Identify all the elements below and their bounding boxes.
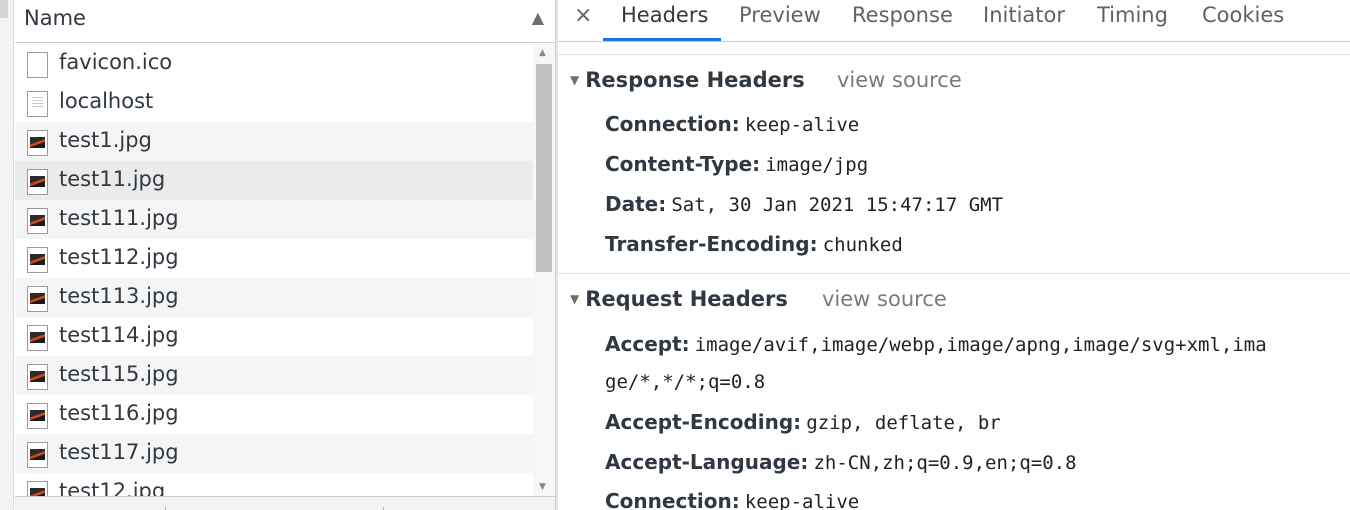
request-header-row: Accept: image/avif,image/webp,image/apng…: [605, 332, 1267, 356]
header-value: Sat, 30 Jan 2021 15:47:17 GMT: [671, 194, 1004, 216]
scrollbar-thumb[interactable]: [536, 64, 552, 272]
image-file-icon: [27, 364, 48, 390]
request-view-source-link[interactable]: view source: [822, 287, 947, 311]
request-name: localhost: [59, 89, 154, 113]
triangle-down-icon: ▼: [570, 73, 580, 87]
header-key: Connection:: [605, 489, 740, 510]
tab-cookies[interactable]: Cookies: [1202, 3, 1284, 27]
image-file-icon: [27, 286, 48, 312]
request-row-test11-selected[interactable]: test11.jpg: [15, 161, 533, 200]
request-row-test113[interactable]: test113.jpg: [15, 278, 533, 317]
header-key: Accept-Language:: [605, 450, 809, 474]
response-header-row: Transfer-Encoding: chunked: [605, 232, 903, 256]
request-row-test115[interactable]: test115.jpg: [15, 356, 533, 395]
request-name: test1.jpg: [59, 128, 152, 152]
section-divider: [558, 54, 1350, 55]
request-name: test114.jpg: [59, 323, 179, 347]
document-file-icon: [27, 91, 48, 117]
image-file-icon: [27, 130, 48, 156]
blank-file-icon: [27, 52, 48, 78]
name-column-header[interactable]: Name ▲: [15, 0, 555, 43]
request-name: test113.jpg: [59, 284, 179, 308]
scroll-up-arrow-icon[interactable]: ▲: [539, 48, 546, 58]
response-header-row: Content-Type: image/jpg: [605, 152, 868, 176]
image-file-icon: [27, 325, 48, 351]
image-file-icon: [27, 169, 48, 195]
request-row-test1[interactable]: test1.jpg: [15, 122, 533, 161]
tab-timing[interactable]: Timing: [1097, 3, 1168, 27]
request-rows: favicon.ico localhost test1.jpg test11.j…: [15, 44, 533, 496]
image-file-icon: [27, 208, 48, 234]
scroll-down-arrow-icon[interactable]: ▼: [539, 482, 546, 492]
header-key: Accept-Encoding:: [605, 410, 802, 434]
response-headers-toggle[interactable]: ▼ Response Headers: [570, 68, 805, 92]
triangle-down-icon: ▼: [570, 292, 580, 306]
request-name: test12.jpg: [59, 479, 166, 496]
header-value-continuation: ge/*,*/*;q=0.8: [605, 371, 766, 393]
request-name: favicon.ico: [59, 50, 173, 74]
request-header-row: Accept-Encoding: gzip, deflate, br: [605, 410, 1001, 434]
header-key: Accept:: [605, 332, 690, 356]
request-row-test117[interactable]: test117.jpg: [15, 434, 533, 473]
close-icon[interactable]: ×: [574, 3, 592, 28]
request-row-test111[interactable]: test111.jpg: [15, 200, 533, 239]
request-name: test115.jpg: [59, 362, 179, 386]
request-headers-toggle[interactable]: ▼ Request Headers: [570, 287, 788, 311]
request-name: test11.jpg: [59, 167, 166, 191]
request-details-panel: × Headers Preview Response Initiator Tim…: [558, 0, 1350, 510]
sort-ascending-icon[interactable]: ▲: [532, 8, 544, 27]
request-row-test114[interactable]: test114.jpg: [15, 317, 533, 356]
details-tabbar: × Headers Preview Response Initiator Tim…: [558, 0, 1350, 42]
header-key: Connection:: [605, 112, 740, 136]
tab-headers[interactable]: Headers: [621, 3, 708, 27]
header-value: image/jpg: [765, 154, 869, 176]
header-value: gzip, deflate, br: [806, 412, 1001, 434]
request-header-row: Connection: keep-alive: [605, 489, 859, 510]
request-list-panel: Name ▲ favicon.ico localhost test1.jpg t…: [15, 0, 555, 510]
tab-preview[interactable]: Preview: [739, 3, 821, 27]
column-resize-bar: [15, 496, 555, 510]
request-list-scrollbar[interactable]: ▲ ▼: [533, 44, 555, 496]
header-value: keep-alive: [744, 491, 860, 510]
request-name: test111.jpg: [59, 206, 179, 230]
response-headers-title: Response Headers: [585, 68, 805, 92]
header-value: image/avif,image/webp,image/apng,image/s…: [694, 334, 1267, 356]
header-key: Transfer-Encoding:: [605, 232, 818, 256]
header-value: zh-CN,zh;q=0.9,en;q=0.8: [813, 452, 1077, 474]
panel-edge-strip: [0, 0, 14, 510]
header-value: chunked: [822, 234, 903, 256]
request-headers-title: Request Headers: [585, 287, 788, 311]
image-file-icon: [27, 442, 48, 468]
header-value: keep-alive: [744, 114, 860, 136]
image-file-icon: [27, 247, 48, 273]
request-name: test112.jpg: [59, 245, 179, 269]
request-header-row: Accept-Language: zh-CN,zh;q=0.9,en;q=0.8: [605, 450, 1077, 474]
active-tab-indicator: [603, 38, 721, 41]
request-name: test116.jpg: [59, 401, 179, 425]
name-column-label: Name: [24, 6, 86, 30]
response-view-source-link[interactable]: view source: [837, 68, 962, 92]
section-divider: [558, 273, 1350, 274]
request-row-test112[interactable]: test112.jpg: [15, 239, 533, 278]
image-file-icon: [27, 481, 48, 496]
request-name: test117.jpg: [59, 440, 179, 464]
response-header-row: Date: Sat, 30 Jan 2021 15:47:17 GMT: [605, 192, 1003, 216]
request-row-test12[interactable]: test12.jpg: [15, 473, 533, 496]
header-key: Date:: [605, 192, 667, 216]
header-key: Content-Type:: [605, 152, 761, 176]
tab-initiator[interactable]: Initiator: [983, 3, 1065, 27]
request-row-test116[interactable]: test116.jpg: [15, 395, 533, 434]
request-row-localhost[interactable]: localhost: [15, 83, 533, 122]
request-row-favicon[interactable]: favicon.ico: [15, 44, 533, 83]
edge-nub: [0, 0, 8, 18]
response-header-row: Connection: keep-alive: [605, 112, 859, 136]
image-file-icon: [27, 403, 48, 429]
tab-response[interactable]: Response: [852, 3, 953, 27]
